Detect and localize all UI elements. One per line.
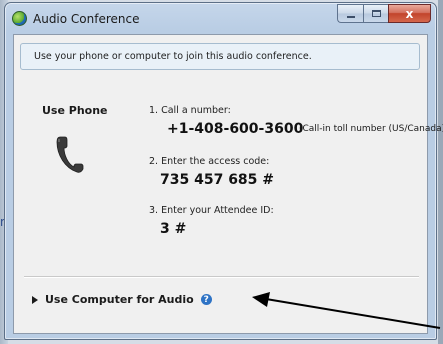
close-button[interactable]: x [388, 4, 431, 23]
step-3-label: 3. Enter your Attendee ID: [149, 205, 274, 216]
step-2-label: 2. Enter the access code: [149, 156, 270, 167]
title-bar[interactable]: Audio Conference x [5, 3, 436, 33]
use-computer-for-audio-label[interactable]: Use Computer for Audio [45, 293, 194, 306]
info-banner: Use your phone or computer to join this … [20, 43, 420, 70]
minimize-icon [346, 15, 355, 18]
info-text: Use your phone or computer to join this … [34, 51, 312, 62]
access-code: 735 457 685 # [160, 172, 275, 188]
use-phone-heading: Use Phone [42, 104, 108, 117]
close-icon: x [405, 6, 414, 21]
background-window-edge-right [438, 0, 443, 344]
attendee-id: 3 # [160, 221, 187, 237]
window-title: Audio Conference [33, 12, 140, 26]
help-icon[interactable]: ? [200, 294, 212, 305]
dialog-content: Use your phone or computer to join this … [13, 34, 443, 334]
telephone-handset-icon [56, 136, 84, 173]
audio-conference-window: Audio Conference x Use your phone or com… [4, 2, 443, 340]
call-in-number: +1-408-600-3600 [167, 121, 304, 137]
maximize-icon [371, 10, 381, 17]
step-1-label: 1. Call a number: [149, 105, 231, 116]
use-computer-for-audio-toggle[interactable]: Use Computer for Audio ? [32, 293, 212, 306]
expand-triangle-icon[interactable] [32, 295, 38, 304]
window-controls: x [337, 4, 431, 23]
webex-globe-icon [12, 11, 27, 26]
call-in-number-note: (Call-in toll number (US/Canada)) [299, 124, 443, 134]
maximize-button[interactable] [363, 4, 388, 23]
section-divider [24, 276, 419, 278]
help-icon-glyph: ? [203, 294, 209, 305]
minimize-button[interactable] [337, 4, 363, 23]
